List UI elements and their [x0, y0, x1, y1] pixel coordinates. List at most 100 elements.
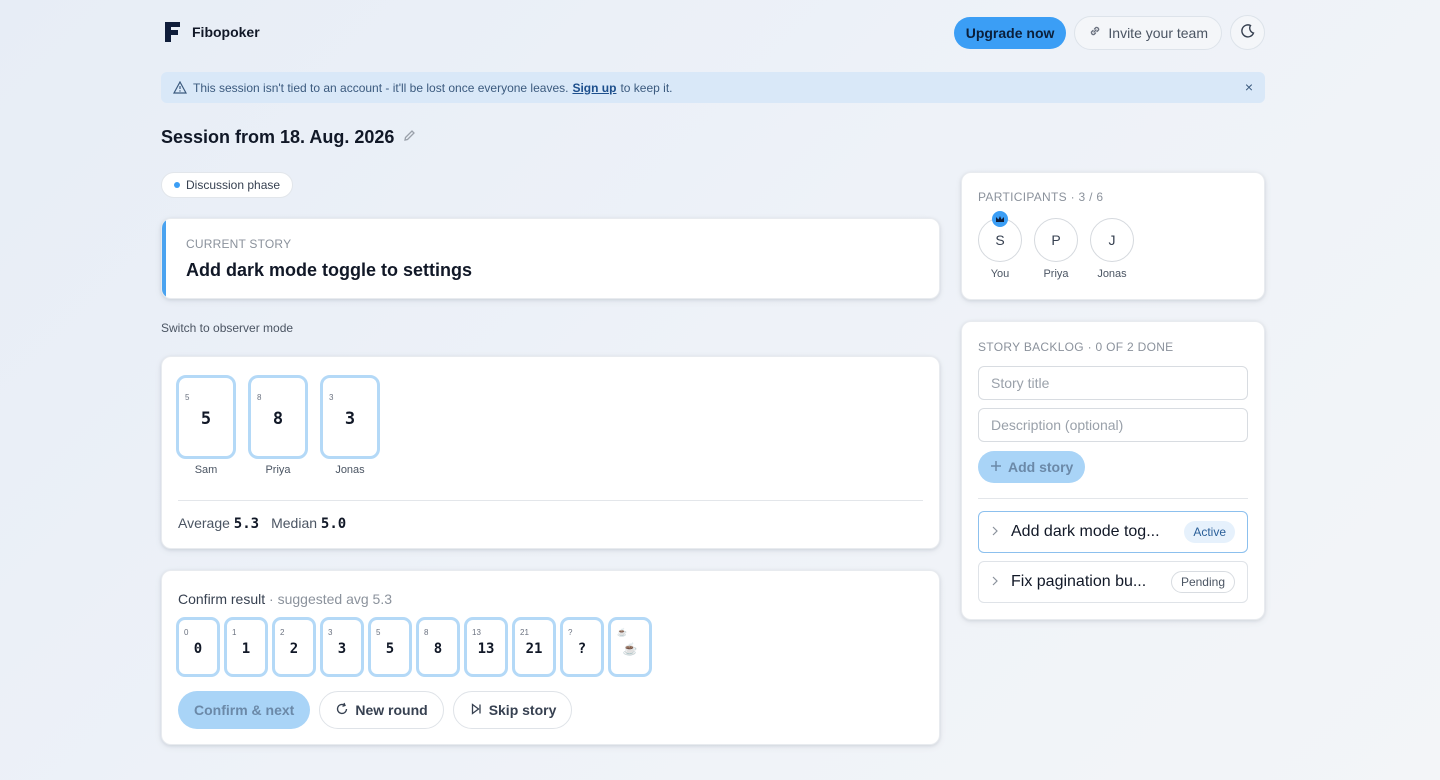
vote-value: 3	[344, 409, 356, 429]
status-badge: Pending	[1170, 571, 1235, 593]
new-round-button[interactable]: New round	[319, 691, 444, 729]
card-value: 1	[241, 641, 251, 657]
vote-corner: 8	[257, 393, 262, 402]
vote-jonas: 3 3 Jonas	[320, 375, 380, 476]
current-story-title: Add dark mode toggle to settings	[186, 260, 473, 280]
participants-card: PARTICIPANTS · 3 / 6 S You P Priya J Jon…	[961, 172, 1265, 300]
estimate-card-3[interactable]: 33	[320, 617, 364, 677]
card-corner: 2	[280, 628, 285, 637]
voter-name: Sam	[194, 464, 218, 476]
brand[interactable]: Fibopoker	[161, 19, 260, 45]
chevron-right-icon[interactable]	[991, 575, 1011, 589]
backlog-item-title: Fix pagination bu...	[1011, 573, 1147, 590]
confirm-next-button[interactable]: Confirm & next	[178, 691, 311, 729]
phase-badge: Discussion phase	[161, 172, 294, 198]
story-backlog-card: STORY BACKLOG · 0 OF 2 DONE Add story Ad…	[961, 321, 1265, 620]
moon-icon	[1240, 23, 1256, 42]
participants-heading: PARTICIPANTS · 3 / 6	[978, 190, 1104, 204]
coffee-cup-icon: ☕	[622, 642, 638, 656]
participant-list: S You P Priya J Jonas	[978, 211, 1134, 280]
story-title-input[interactable]	[978, 366, 1248, 400]
fibopoker-logo-icon	[161, 19, 183, 45]
chevron-right-icon[interactable]	[991, 525, 1011, 539]
card-value: ?	[577, 641, 587, 657]
confirm-heading: Confirm result · suggested avg 5.3	[178, 591, 392, 607]
voter-name: Jonas	[335, 464, 365, 476]
vote-card: 3 3	[320, 375, 380, 459]
estimate-card-2[interactable]: 22	[272, 617, 316, 677]
story-description-input[interactable]	[978, 408, 1248, 442]
avatar: P	[1034, 218, 1078, 262]
invite-team-label: Invite your team	[1108, 24, 1208, 41]
edit-pencil-icon[interactable]	[402, 127, 417, 148]
warning-icon	[173, 81, 187, 94]
crown-icon	[992, 211, 1008, 227]
new-round-label: New round	[355, 702, 428, 718]
card-corner: 3	[328, 628, 333, 637]
status-badge: Active	[1184, 521, 1235, 543]
card-value: 3	[337, 641, 347, 657]
participant-name: You	[990, 268, 1010, 280]
plus-icon	[990, 459, 1002, 475]
divider	[178, 500, 923, 501]
estimate-card-13[interactable]: 13 13	[464, 617, 508, 677]
current-story-eyebrow: CURRENT STORY	[186, 237, 292, 251]
theme-toggle-button[interactable]	[1230, 15, 1265, 50]
estimate-card-0[interactable]: 00	[176, 617, 220, 677]
divider	[978, 498, 1248, 499]
unsaved-session-banner: This session isn't tied to an account - …	[161, 72, 1265, 103]
backlog-item-title: Add dark mode tog...	[1011, 523, 1160, 540]
estimate-card-unknown[interactable]: ??	[560, 617, 604, 677]
card-corner: 13	[472, 628, 481, 637]
votes-card: 5 5 Sam 8 8 Priya 3 3 Jonas Average 5.3 …	[161, 356, 940, 549]
sign-up-link[interactable]: Sign up	[572, 81, 616, 95]
estimate-card-8[interactable]: 88	[416, 617, 460, 677]
estimate-card-5[interactable]: 55	[368, 617, 412, 677]
skip-story-button[interactable]: Skip story	[452, 691, 573, 729]
median-label: Median	[271, 515, 318, 531]
confirm-title: Confirm result	[178, 591, 266, 607]
estimate-card-21[interactable]: 21 21	[512, 617, 556, 677]
backlog-item[interactable]: Add dark mode tog... Active	[978, 511, 1248, 553]
card-corner: 5	[376, 628, 381, 637]
confirm-result-card: Confirm result · suggested avg 5.3 00 11…	[161, 570, 940, 745]
app-header: Fibopoker Upgrade now Invite your team	[161, 15, 1265, 50]
average-stat: Average 5.3	[178, 515, 259, 532]
backlog-item[interactable]: Fix pagination bu... Pending	[978, 561, 1248, 603]
participant-priya: P Priya	[1034, 218, 1078, 280]
estimate-card-1[interactable]: 11	[224, 617, 268, 677]
estimate-card-coffee[interactable]: ☕ ☕	[608, 617, 652, 677]
suggested-avg: · suggested avg 5.3	[269, 591, 393, 607]
page-title: Session from 18. Aug. 2026	[161, 127, 395, 147]
card-corner: 1	[232, 628, 237, 637]
phase-label: Discussion phase	[186, 178, 281, 192]
add-story-button[interactable]: Add story	[978, 451, 1086, 483]
confirm-actions: Confirm & next New round Skip story	[178, 691, 573, 729]
refresh-icon	[335, 702, 349, 719]
estimate-card-row: 00 11 22 33 55 88 13 13 21 21 ?? ☕ ☕	[176, 617, 652, 677]
observer-mode-link[interactable]: Switch to observer mode	[161, 321, 293, 335]
card-corner: 0	[184, 628, 189, 637]
median-stat: Median 5.0	[271, 515, 346, 532]
average-label: Average	[178, 515, 230, 531]
skip-story-label: Skip story	[488, 702, 557, 718]
backlog-heading: STORY BACKLOG · 0 OF 2 DONE	[978, 340, 1174, 354]
median-value: 5.0	[320, 516, 347, 532]
vote-value: 5	[200, 409, 212, 429]
upgrade-button[interactable]: Upgrade now	[953, 16, 1067, 49]
banner-text: This session isn't tied to an account - …	[193, 80, 569, 95]
current-story-card: CURRENT STORY Add dark mode toggle to se…	[161, 218, 940, 299]
vote-corner: 3	[329, 393, 334, 402]
vote-stats: Average 5.3 Median 5.0	[178, 515, 346, 532]
vote-sam: 5 5 Sam	[176, 375, 236, 476]
invite-team-button[interactable]: Invite your team	[1074, 15, 1222, 50]
close-icon[interactable]: ×	[1245, 79, 1253, 95]
card-value: 21	[525, 641, 543, 657]
card-value: 0	[193, 641, 203, 657]
card-corner: 8	[424, 628, 429, 637]
phase-dot	[174, 182, 180, 188]
participant-jonas: J Jonas	[1090, 218, 1134, 280]
participant-you: S You	[978, 211, 1022, 280]
session-title-row: Session from 18. Aug. 2026	[161, 127, 417, 148]
card-corner: 21	[520, 628, 529, 637]
